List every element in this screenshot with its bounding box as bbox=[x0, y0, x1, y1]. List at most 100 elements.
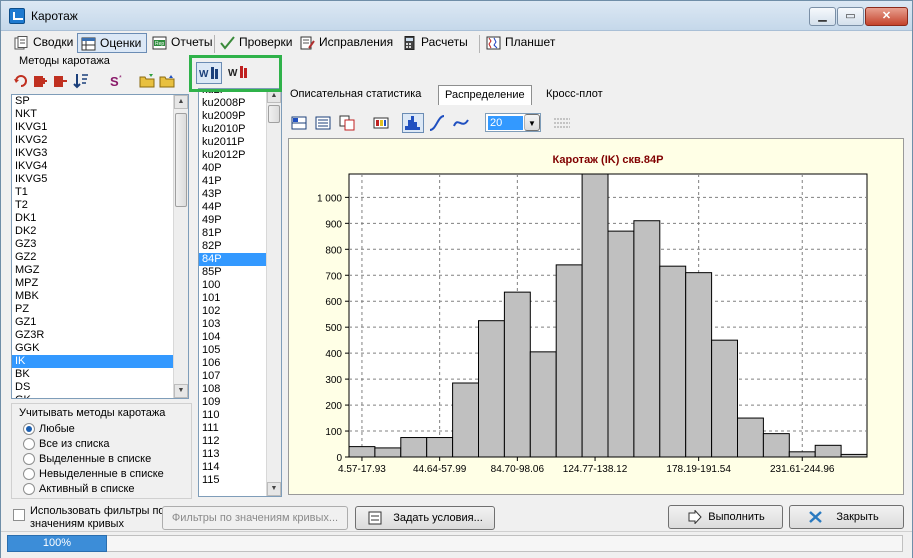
histogram-bar bbox=[762, 433, 790, 458]
tab-cross-plot[interactable]: Кросс-плот bbox=[540, 85, 609, 105]
app-icon bbox=[9, 8, 25, 24]
filter-option-radio[interactable]: Любые bbox=[23, 422, 75, 436]
method-list-item[interactable]: GZ3R bbox=[12, 329, 188, 342]
method-list-item[interactable]: MBK bbox=[12, 290, 188, 303]
method-list-item[interactable]: T2 bbox=[12, 199, 188, 212]
curve-filters-button[interactable]: Фильтры по значениям кривых... bbox=[162, 506, 348, 530]
remove-method-icon[interactable] bbox=[53, 73, 69, 89]
histogram-mode-button[interactable] bbox=[402, 113, 424, 133]
method-list-item[interactable]: IK bbox=[12, 355, 188, 368]
svg-text:S: S bbox=[110, 74, 119, 89]
density-curve-icon[interactable] bbox=[452, 114, 470, 132]
x-tick-label: 124.77-138.12 bbox=[563, 464, 628, 475]
method-list-item[interactable]: DK1 bbox=[12, 212, 188, 225]
list-view-icon[interactable] bbox=[314, 114, 332, 132]
run-arrow-icon bbox=[688, 510, 702, 524]
method-list-item[interactable]: BK bbox=[12, 368, 188, 381]
statistics-icon[interactable]: S * bbox=[109, 73, 125, 89]
method-list-item[interactable]: T1 bbox=[12, 186, 188, 199]
save-folder-icon[interactable] bbox=[159, 73, 175, 89]
log-tablet-icon bbox=[486, 36, 501, 50]
x-tick-label: 44.64-57.99 bbox=[413, 464, 467, 475]
sort-icon[interactable] bbox=[73, 73, 89, 89]
methods-list-scrollbar[interactable]: ▲ ▼ bbox=[173, 95, 188, 398]
tab-descriptive-stats[interactable]: Описательная статистика bbox=[284, 85, 427, 105]
y-tick-label: 800 bbox=[325, 245, 342, 256]
scroll-thumb[interactable] bbox=[268, 105, 280, 123]
menu-item-raschety[interactable]: Расчеты bbox=[399, 33, 468, 53]
wells-list-scrollbar[interactable]: ▲ ▼ bbox=[266, 89, 281, 496]
method-list-item[interactable]: SP bbox=[12, 95, 188, 108]
radio-dot-icon bbox=[23, 483, 35, 495]
main-window: Каротаж ▁ ▭ ✕ Сводки Оценки Rep Отчеты П… bbox=[0, 0, 913, 558]
histogram-bar bbox=[555, 264, 583, 458]
method-list-item[interactable]: IKVG1 bbox=[12, 121, 188, 134]
filter-option-radio[interactable]: Невыделенные в списке bbox=[23, 467, 164, 481]
histogram-bar bbox=[400, 437, 428, 458]
histogram-bar bbox=[814, 444, 842, 458]
refresh-icon[interactable] bbox=[13, 73, 29, 89]
filter-option-radio[interactable]: Все из списка bbox=[23, 437, 110, 451]
close-icon bbox=[809, 511, 822, 523]
histogram-bar bbox=[633, 220, 661, 458]
scroll-down-arrow-icon[interactable]: ▼ bbox=[174, 384, 188, 398]
method-list-item[interactable]: GZ3 bbox=[12, 238, 188, 251]
use-filters-checkbox[interactable] bbox=[13, 509, 25, 521]
chevron-down-icon[interactable]: ▼ bbox=[524, 114, 540, 131]
method-list-item[interactable]: PZ bbox=[12, 303, 188, 316]
method-list-item[interactable]: IKVG4 bbox=[12, 160, 188, 173]
method-list-item[interactable]: GZ1 bbox=[12, 316, 188, 329]
scroll-thumb[interactable] bbox=[175, 113, 187, 207]
wells-list[interactable]: ku2P ku2008P ku2009P ku2010P ku2011P ku2012P 4… bbox=[198, 88, 282, 497]
menu-item-planshet[interactable]: Планшет bbox=[483, 33, 555, 53]
menu-item-proverki[interactable]: Проверки bbox=[217, 33, 293, 53]
color-palette-icon[interactable] bbox=[372, 114, 390, 132]
scroll-down-arrow-icon[interactable]: ▼ bbox=[267, 482, 281, 496]
methods-list[interactable]: SP NKT IKVG1 IKVG2 IKVG3 IKVG4 IKVG5 T1 T2 DK1 DK2… bbox=[11, 94, 189, 399]
y-tick-label: 1 000 bbox=[317, 193, 342, 204]
grid-lines-icon[interactable] bbox=[553, 114, 571, 132]
add-method-icon[interactable] bbox=[33, 73, 49, 89]
table-view-icon[interactable] bbox=[290, 114, 308, 132]
method-list-item[interactable]: IKVG2 bbox=[12, 134, 188, 147]
filter-option-radio[interactable]: Активный в списке bbox=[23, 482, 135, 496]
method-list-item[interactable]: GGK bbox=[12, 342, 188, 355]
y-tick-label: 900 bbox=[325, 219, 342, 230]
close-window-button[interactable]: ✕ bbox=[865, 7, 908, 26]
menu-item-otsenki[interactable]: Оценки bbox=[77, 33, 147, 53]
y-tick-label: 200 bbox=[325, 401, 342, 412]
histogram-bar bbox=[659, 265, 687, 458]
x-tick-label: 4.57-17.93 bbox=[338, 464, 386, 475]
copy-icon[interactable] bbox=[338, 114, 356, 132]
cumulative-curve-icon[interactable] bbox=[428, 114, 446, 132]
filter-option-radio[interactable]: Выделенные в списке bbox=[23, 452, 151, 466]
histogram-bar bbox=[529, 351, 557, 458]
method-list-item[interactable]: MGZ bbox=[12, 264, 188, 277]
method-list-item[interactable]: GZ2 bbox=[12, 251, 188, 264]
menu-item-ispravleniya[interactable]: Исправления bbox=[297, 33, 393, 53]
x-tick-label: 178.19-191.54 bbox=[666, 464, 731, 475]
scroll-up-arrow-icon[interactable]: ▲ bbox=[174, 95, 188, 109]
method-list-item[interactable]: DK2 bbox=[12, 225, 188, 238]
method-list-item[interactable]: IKVG5 bbox=[12, 173, 188, 186]
radio-dot-icon bbox=[23, 468, 35, 480]
histogram-bar bbox=[711, 339, 739, 458]
maximize-button[interactable]: ▭ bbox=[837, 7, 864, 26]
method-list-item[interactable]: IKVG3 bbox=[12, 147, 188, 160]
menu-item-svodki[interactable]: Сводки bbox=[11, 33, 73, 53]
run-button[interactable]: Выполнить bbox=[668, 505, 783, 529]
set-conditions-button[interactable]: Задать условия... bbox=[355, 506, 495, 530]
menu-item-otchety[interactable]: Rep Отчеты bbox=[149, 33, 212, 53]
svg-text:Rep: Rep bbox=[155, 41, 164, 47]
mode-highlight-frame bbox=[189, 55, 282, 92]
method-list-item[interactable]: DS bbox=[12, 381, 188, 394]
open-folder-icon[interactable] bbox=[139, 73, 155, 89]
minimize-button[interactable]: ▁ bbox=[809, 7, 836, 26]
method-list-item[interactable]: MPZ bbox=[12, 277, 188, 290]
y-tick-label: 500 bbox=[325, 323, 342, 334]
method-list-item[interactable]: GK bbox=[12, 394, 188, 398]
close-button[interactable]: Закрыть bbox=[789, 505, 904, 529]
bins-count-select[interactable]: 20 ▼ bbox=[485, 113, 541, 132]
method-list-item[interactable]: NKT bbox=[12, 108, 188, 121]
tab-distribution[interactable]: Распределение bbox=[438, 85, 532, 105]
